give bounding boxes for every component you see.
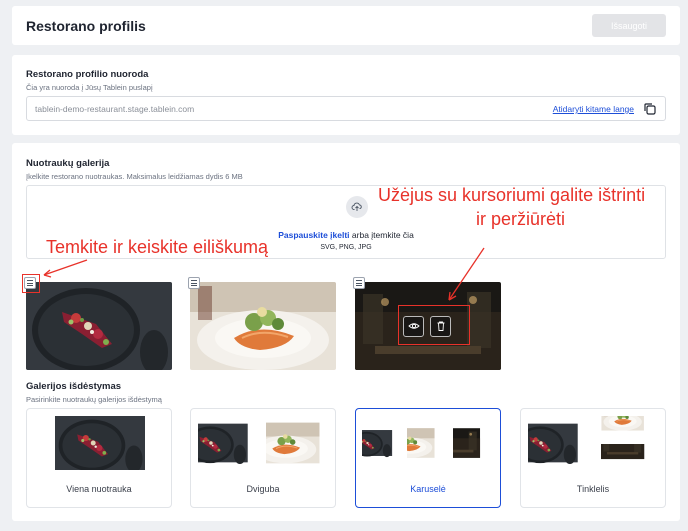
annotation-arrows bbox=[43, 247, 485, 301]
annotation-hover-line2: ir peržiūrėti bbox=[476, 209, 566, 229]
annotation-reorder: Temkite ir keiskite eiliškumą bbox=[46, 237, 269, 257]
annotation-hover-line1: Užėjus su kursoriumi galite ištrinti bbox=[378, 185, 646, 205]
drag-handle-icon[interactable] bbox=[353, 277, 365, 289]
drag-handle-icon[interactable] bbox=[188, 277, 200, 289]
drag-handle-icon[interactable] bbox=[24, 277, 36, 289]
